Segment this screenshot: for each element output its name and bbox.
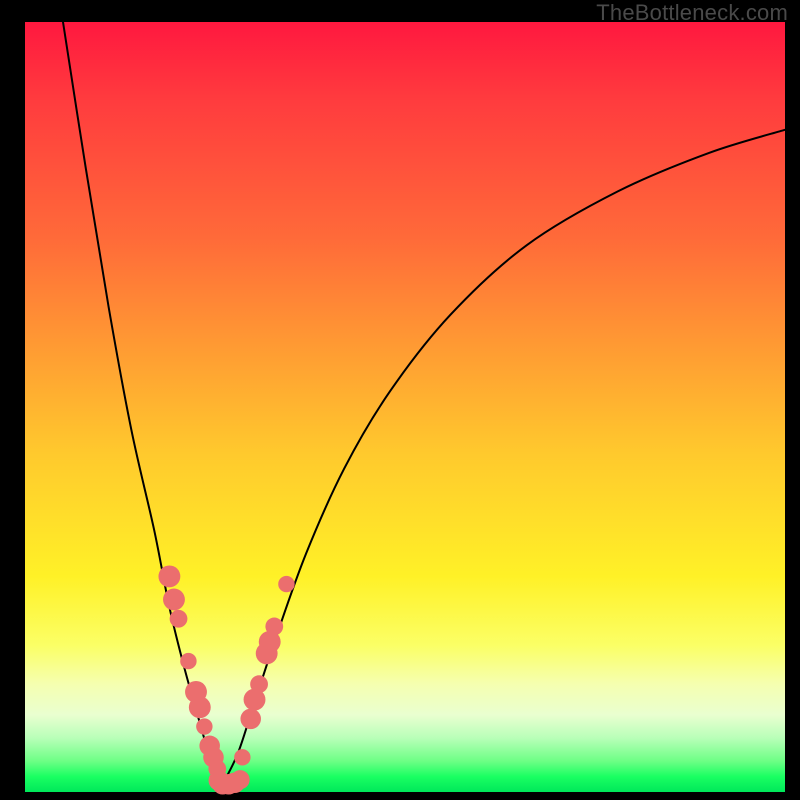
curve-right-branch	[223, 130, 785, 785]
bead-marker	[180, 653, 196, 669]
plot-outer	[25, 22, 785, 792]
bead-marker	[240, 709, 261, 730]
chart-frame: TheBottleneck.com	[0, 0, 800, 800]
bead-marker	[158, 565, 180, 587]
bead-markers	[158, 565, 294, 794]
bead-marker	[189, 696, 211, 718]
bead-marker	[234, 749, 250, 765]
bead-marker	[278, 576, 294, 592]
bead-marker	[250, 675, 268, 693]
bead-marker	[265, 618, 283, 636]
curve-layer	[25, 22, 785, 792]
bead-marker	[231, 770, 250, 789]
bead-marker	[163, 589, 185, 611]
bead-marker	[170, 610, 188, 628]
curve-left-branch	[63, 22, 223, 784]
bead-marker	[196, 718, 212, 734]
